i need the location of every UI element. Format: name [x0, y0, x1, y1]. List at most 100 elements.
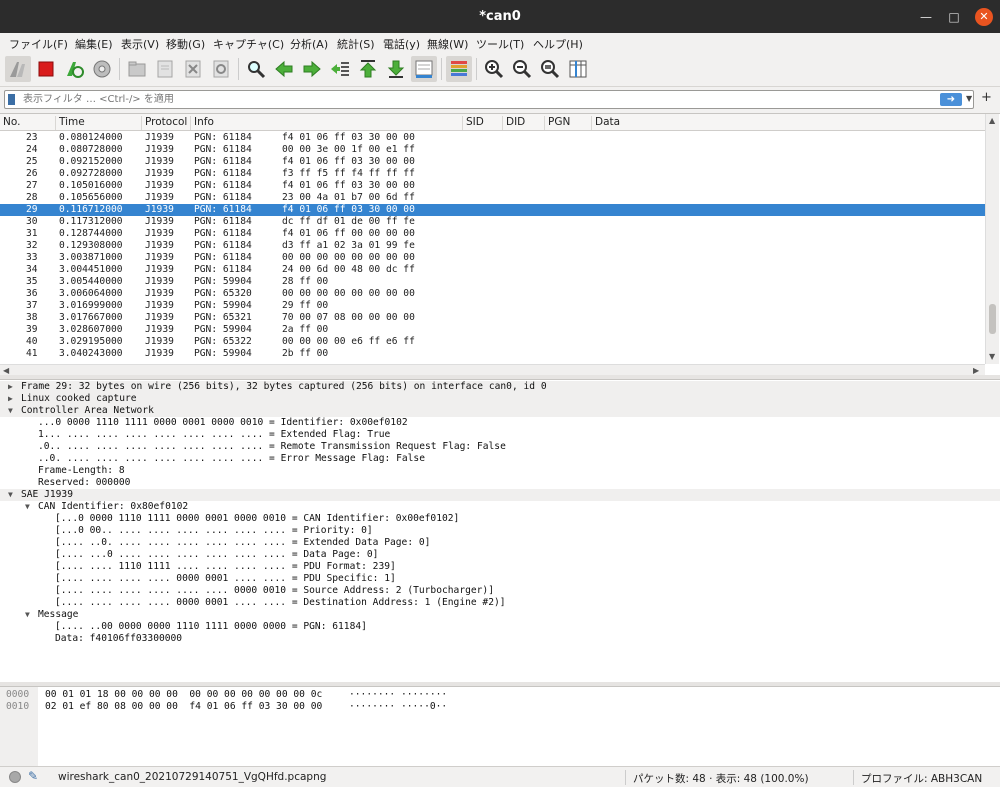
detail-line[interactable]: ▼ Message: [0, 609, 1000, 621]
scroll-right-icon[interactable]: ▶: [973, 366, 979, 375]
packet-row[interactable]: 40 3.029195000 J1939 PGN: 65322 00 00 00 00 …: [0, 336, 985, 348]
find-packet-icon[interactable]: [243, 56, 269, 82]
detail-line[interactable]: Frame-Length: 8: [0, 465, 1000, 477]
detail-line[interactable]: [.... .... .... .... 0000 0001 .... ....…: [0, 597, 1000, 609]
stop-capture-icon[interactable]: [33, 56, 59, 82]
menu-file[interactable]: ファイル(F): [9, 36, 68, 52]
detail-line[interactable]: ▼ SAE J1939: [0, 489, 1000, 501]
chevron-right-icon[interactable]: ▶: [8, 393, 13, 405]
restart-capture-icon[interactable]: [61, 56, 87, 82]
column-header-sid[interactable]: SID: [463, 116, 503, 130]
detail-line[interactable]: [.... .... .... .... .... .... 0000 0010…: [0, 585, 1000, 597]
detail-line[interactable]: [.... ..00 0000 0000 1110 1111 0000 0000…: [0, 621, 1000, 633]
detail-line[interactable]: ..0. .... .... .... .... .... .... .... …: [0, 453, 1000, 465]
scrollbar-thumb[interactable]: [989, 304, 996, 334]
packet-row[interactable]: 34 3.004451000 J1939 PGN: 61184 24 00 6d 00 …: [0, 264, 985, 276]
menu-view[interactable]: 表示(V): [121, 36, 159, 52]
capture-options-icon[interactable]: [89, 56, 115, 82]
maximize-icon[interactable]: □: [945, 8, 963, 26]
packet-row[interactable]: 30 0.117312000 J1939 PGN: 61184 dc ff df 01 …: [0, 216, 985, 228]
last-packet-icon[interactable]: [383, 56, 409, 82]
packet-row[interactable]: 33 3.003871000 J1939 PGN: 61184 00 00 00 00 …: [0, 252, 985, 264]
chevron-down-icon[interactable]: ▼: [8, 405, 13, 417]
menu-wireless[interactable]: 無線(W): [427, 36, 468, 52]
packet-row[interactable]: 38 3.017667000 J1939 PGN: 65321 70 00 07 08 …: [0, 312, 985, 324]
profile-label[interactable]: プロファイル: ABH3CAN: [861, 771, 982, 786]
column-header-data[interactable]: Data: [592, 116, 985, 130]
menu-capture[interactable]: キャプチャ(C): [213, 36, 284, 52]
chevron-down-icon[interactable]: ▼: [25, 609, 30, 621]
chevron-down-icon[interactable]: ▼: [25, 501, 30, 513]
go-to-packet-icon[interactable]: [327, 56, 353, 82]
colorize-icon[interactable]: [446, 56, 472, 82]
chevron-right-icon[interactable]: ▶: [8, 381, 13, 393]
shark-fin-start-icon[interactable]: [5, 56, 31, 82]
packet-row[interactable]: 35 3.005440000 J1939 PGN: 59904 28 ff 00: [0, 276, 985, 288]
detail-line[interactable]: [.... ...0 .... .... .... .... .... ....…: [0, 549, 1000, 561]
first-packet-icon[interactable]: [355, 56, 381, 82]
column-header-did[interactable]: DID: [503, 116, 545, 130]
detail-line[interactable]: ▶ Frame 29: 32 bytes on wire (256 bits), …: [0, 381, 1000, 393]
packet-row[interactable]: 36 3.006064000 J1939 PGN: 65320 00 00 00 00 …: [0, 288, 985, 300]
scroll-left-icon[interactable]: ◀: [3, 366, 9, 375]
menu-go[interactable]: 移動(G): [166, 36, 205, 52]
detail-line[interactable]: Reserved: 000000: [0, 477, 1000, 489]
packet-row[interactable]: 29 0.116712000 J1939 PGN: 61184 f4 01 06 ff …: [0, 204, 985, 216]
edit-comment-icon[interactable]: ✎: [28, 769, 38, 783]
close-file-icon[interactable]: [180, 56, 206, 82]
open-file-icon[interactable]: [124, 56, 150, 82]
go-back-icon[interactable]: [271, 56, 297, 82]
column-header-no[interactable]: No.: [0, 116, 56, 130]
menu-tools[interactable]: ツール(T): [476, 36, 524, 52]
autoscroll-icon[interactable]: [411, 56, 437, 82]
chevron-down-icon[interactable]: ▼: [966, 94, 972, 103]
detail-line[interactable]: ▼ Controller Area Network: [0, 405, 1000, 417]
packet-row[interactable]: 25 0.092152000 J1939 PGN: 61184 f4 01 06 ff …: [0, 156, 985, 168]
packet-row[interactable]: 27 0.105016000 J1939 PGN: 61184 f4 01 06 ff …: [0, 180, 985, 192]
close-icon[interactable]: ✕: [975, 8, 993, 26]
packet-row[interactable]: 26 0.092728000 J1939 PGN: 61184 f3 ff f5 ff …: [0, 168, 985, 180]
column-header-info[interactable]: Info: [191, 116, 463, 130]
packet-row[interactable]: 41 3.040243000 J1939 PGN: 59904 2b ff 00: [0, 348, 985, 360]
detail-line[interactable]: ▶ Linux cooked capture: [0, 393, 1000, 405]
bookmark-icon[interactable]: [8, 94, 15, 105]
menu-statistics[interactable]: 統計(S): [337, 36, 375, 52]
bytes-row[interactable]: 0010 02 01 ef 80 08 00 00 00 f4 01 06 ff …: [0, 701, 1000, 713]
packet-row[interactable]: 31 0.128744000 J1939 PGN: 61184 f4 01 06 ff …: [0, 228, 985, 240]
resize-columns-icon[interactable]: [565, 56, 591, 82]
display-filter-input[interactable]: [23, 92, 923, 107]
menu-telephony[interactable]: 電話(y): [383, 36, 420, 52]
column-header-pgn[interactable]: PGN: [545, 116, 592, 130]
packet-row[interactable]: 24 0.080728000 J1939 PGN: 61184 00 00 3e 00 …: [0, 144, 985, 156]
packet-row[interactable]: 28 0.105656000 J1939 PGN: 61184 23 00 4a 01 …: [0, 192, 985, 204]
add-filter-button-icon[interactable]: +: [981, 90, 992, 105]
detail-line[interactable]: [.... .... 1110 1111 .... .... .... ....…: [0, 561, 1000, 573]
detail-line[interactable]: [...0 00.. .... .... .... .... .... ....…: [0, 525, 1000, 537]
minimize-icon[interactable]: —: [917, 8, 935, 26]
detail-line[interactable]: [.... .... .... .... 0000 0001 .... ....…: [0, 573, 1000, 585]
reload-file-icon[interactable]: [208, 56, 234, 82]
detail-line[interactable]: ...0 0000 1110 1111 0000 0001 0000 0010 …: [0, 417, 1000, 429]
zoom-normal-icon[interactable]: [537, 56, 563, 82]
go-forward-icon[interactable]: [299, 56, 325, 82]
menu-analyze[interactable]: 分析(A): [290, 36, 328, 52]
detail-line[interactable]: Data: f40106ff03300000: [0, 633, 1000, 645]
column-header-time[interactable]: Time: [56, 116, 142, 130]
packet-row[interactable]: 32 0.129308000 J1939 PGN: 61184 d3 ff a1 02 …: [0, 240, 985, 252]
scroll-up-icon[interactable]: ▲: [989, 116, 995, 125]
zoom-in-icon[interactable]: [481, 56, 507, 82]
menu-edit[interactable]: 編集(E): [75, 36, 113, 52]
zoom-out-icon[interactable]: [509, 56, 535, 82]
detail-line[interactable]: ▼ CAN Identifier: 0x80ef0102: [0, 501, 1000, 513]
detail-line[interactable]: .0.. .... .... .... .... .... .... .... …: [0, 441, 1000, 453]
column-header-protocol[interactable]: Protocol: [142, 116, 191, 130]
packet-row[interactable]: 39 3.028607000 J1939 PGN: 59904 2a ff 00: [0, 324, 985, 336]
packet-row[interactable]: 37 3.016999000 J1939 PGN: 59904 29 ff 00: [0, 300, 985, 312]
vertical-scrollbar[interactable]: ▲ ▼: [985, 114, 999, 364]
menu-help[interactable]: ヘルプ(H): [533, 36, 583, 52]
arrow-right-icon[interactable]: ➜: [940, 93, 962, 106]
detail-line[interactable]: 1... .... .... .... .... .... .... .... …: [0, 429, 1000, 441]
bytes-row[interactable]: 0000 00 01 01 18 00 00 00 00 00 00 00 00 …: [0, 689, 1000, 701]
scroll-down-icon[interactable]: ▼: [989, 352, 995, 361]
packet-row[interactable]: 23 0.080124000 J1939 PGN: 61184 f4 01 06 ff …: [0, 132, 985, 144]
